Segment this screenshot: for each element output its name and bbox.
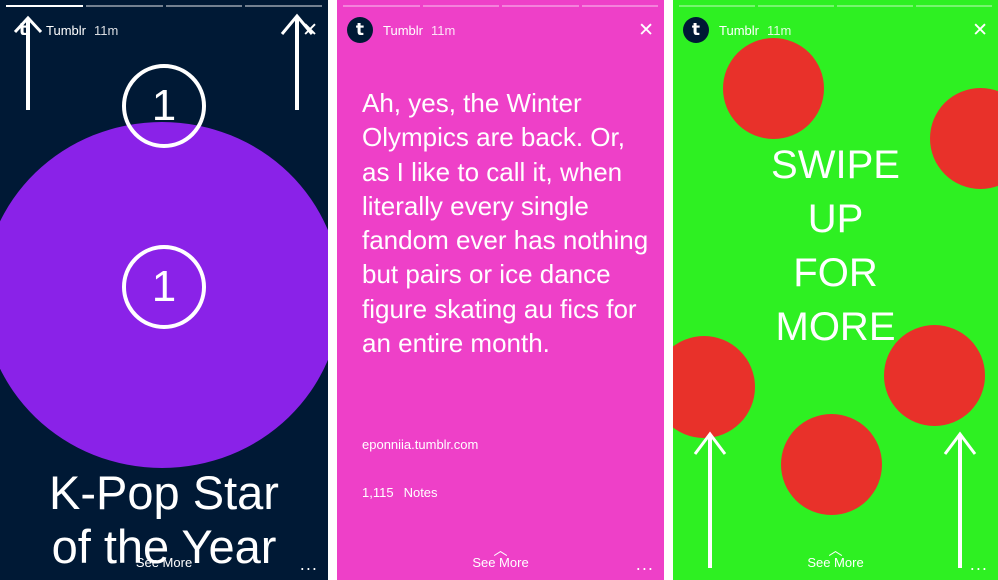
number-badge: 1 — [122, 245, 206, 329]
story-card-kpop[interactable]: 1 1 t Tumblr 11m ✕ K-Pop Star of the Yea… — [0, 0, 328, 580]
see-more-label: See More — [807, 555, 864, 570]
timestamp: 11m — [430, 22, 456, 38]
account-name[interactable]: Tumblr — [46, 23, 86, 38]
chevron-up-icon: ︿ — [493, 543, 508, 559]
progress-segment — [245, 5, 322, 7]
title-line: K-Pop Star — [49, 466, 279, 519]
progress-bar — [6, 5, 322, 7]
story-card-swipe[interactable]: t Tumblr 11m ✕ SWIPE UP FOR MORE ︿ See M… — [673, 0, 998, 580]
cta-line: SWIPE — [771, 143, 900, 187]
progress-segment — [581, 5, 658, 7]
story-header: t Tumblr 11m ✕ — [683, 17, 988, 43]
account-name[interactable]: Tumblr — [383, 23, 423, 38]
progress-segment — [837, 5, 913, 7]
see-more-button[interactable]: See More — [0, 555, 328, 570]
progress-segment — [679, 5, 755, 7]
close-icon[interactable]: ✕ — [972, 20, 988, 40]
see-more-button[interactable]: ︿ See More — [673, 543, 998, 570]
number-badge: 1 — [122, 64, 206, 148]
swipe-up-text: SWIPE UP FOR MORE — [673, 138, 998, 354]
cta-line: FOR — [793, 251, 878, 295]
progress-segment — [85, 5, 163, 7]
red-dot — [781, 414, 882, 515]
see-more-label: See More — [135, 555, 193, 570]
story-header: t Tumblr 11m ✕ — [347, 17, 654, 43]
timestamp: 11m — [93, 22, 119, 38]
tumblr-t-icon[interactable]: t — [347, 17, 373, 43]
notes-number: 1,115 — [362, 485, 394, 500]
tumblr-t-icon[interactable]: t — [10, 17, 36, 43]
more-dots-icon[interactable]: ... — [970, 555, 988, 574]
progress-segment — [6, 5, 83, 7]
quote-text: Ah, yes, the Winter Olympics are back. O… — [362, 88, 649, 359]
progress-segment — [758, 5, 834, 7]
progress-segment — [165, 5, 243, 7]
account-name[interactable]: Tumblr — [719, 23, 759, 38]
progress-segment — [502, 5, 579, 7]
progress-segment — [916, 5, 992, 7]
more-dots-icon[interactable]: ... — [300, 555, 318, 574]
source-link[interactable]: eponniia.tumblr.com — [362, 437, 478, 452]
cta-line: MORE — [775, 305, 896, 349]
story-card-quote[interactable]: t Tumblr 11m ✕ Ah, yes, the Winter Olymp… — [337, 0, 664, 580]
tumblr-t-icon[interactable]: t — [683, 17, 709, 43]
chevron-up-icon: ︿ — [828, 543, 843, 559]
timestamp: 11m — [766, 22, 792, 38]
close-icon[interactable]: ✕ — [302, 20, 318, 40]
notes-count[interactable]: 1,115 Notes — [362, 485, 438, 500]
see-more-button[interactable]: ︿ See More — [337, 543, 664, 570]
progress-bar — [343, 5, 658, 7]
story-header: t Tumblr 11m ✕ — [10, 17, 318, 43]
notes-label: Notes — [403, 485, 438, 500]
cta-line: UP — [807, 197, 864, 241]
close-icon[interactable]: ✕ — [638, 20, 654, 40]
red-dot — [723, 38, 824, 139]
progress-segment — [343, 5, 420, 7]
more-dots-icon[interactable]: ... — [636, 555, 654, 574]
progress-bar — [679, 5, 992, 7]
see-more-label: See More — [472, 555, 529, 570]
progress-segment — [422, 5, 499, 7]
